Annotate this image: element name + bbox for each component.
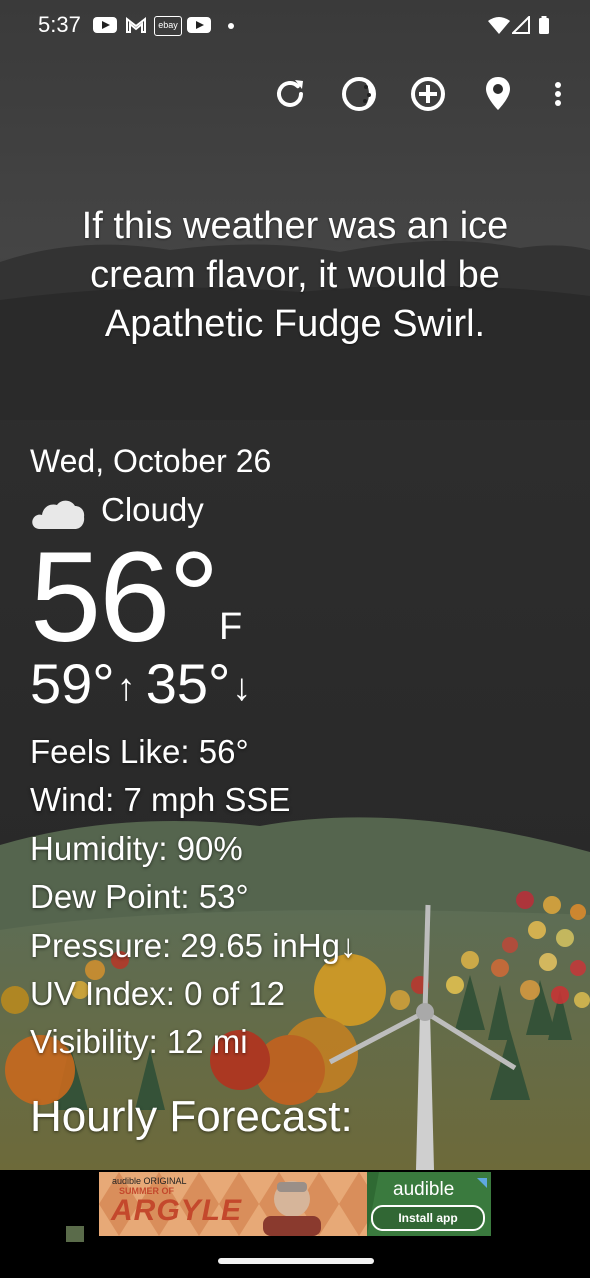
hourly-forecast-heading: Hourly Forecast:	[30, 1092, 353, 1141]
location-pin-button[interactable]	[476, 72, 520, 116]
feels-like: Feels Like: 56°	[30, 733, 249, 770]
quote-line: Apathetic Fudge Swirl.	[104, 303, 486, 345]
more-options-icon	[555, 82, 561, 106]
theme-icon	[342, 77, 376, 111]
ad-tagline: audible ORIGINAL	[112, 1176, 187, 1186]
pressure: Pressure: 29.65 inHg↓	[30, 926, 357, 964]
high-temperature: 59°	[30, 652, 115, 715]
ad-title-line2: ARGYLE	[111, 1194, 243, 1227]
ad-brand: audible	[393, 1179, 455, 1200]
high-low-temperature: 59°↑ 35°↓	[30, 652, 261, 720]
current-temperature: 56°	[30, 526, 220, 669]
battery-icon	[539, 16, 549, 34]
weather-details: Feels Like: 56° Wind: 7 mph SSE Humidity…	[30, 728, 357, 1067]
quote-line: cream flavor, it would be	[90, 254, 500, 296]
gmail-icon	[126, 16, 146, 33]
low-temperature: 35°	[145, 652, 231, 715]
weather-quote: If this weather was an ice cream flavor,…	[30, 202, 560, 349]
humidity: Humidity: 90%	[30, 829, 243, 867]
current-date: Wed, October 26	[30, 443, 272, 479]
wifi-icon	[488, 17, 510, 34]
toolbar	[0, 72, 590, 116]
theme-button[interactable]	[337, 72, 381, 116]
refresh-button[interactable]	[268, 72, 312, 116]
visibility: Visibility: 12 mi	[30, 1023, 248, 1061]
condition-text: Cloudy	[101, 491, 204, 528]
youtube-icon	[93, 17, 117, 33]
more-options-button[interactable]	[536, 72, 580, 116]
high-arrow-icon: ↑	[116, 667, 136, 710]
ad-choices-icon[interactable]	[66, 1226, 84, 1242]
add-location-icon	[411, 77, 445, 111]
ebay-icon: ebay	[154, 16, 182, 36]
dot-icon	[228, 23, 234, 29]
quote-line: If this weather was an ice	[81, 205, 509, 247]
status-time: 5:37	[38, 12, 81, 37]
wind: Wind: 7 mph SSE	[30, 781, 291, 819]
status-bar: 5:37 ebay	[0, 0, 590, 52]
add-location-button[interactable]	[406, 72, 450, 116]
low-arrow-icon: ↓	[232, 667, 252, 710]
uv-index: UV Index: 0 of 12	[30, 975, 285, 1013]
ad-banner[interactable]: audible ORIGINAL SUMMER OF ARGYLE audibl…	[99, 1172, 491, 1236]
dew-point: Dew Point: 53°	[30, 878, 249, 916]
location-pin-icon	[486, 77, 510, 110]
home-gesture-bar[interactable]	[218, 1258, 374, 1264]
temperature-unit: F	[219, 606, 243, 648]
youtube-icon	[187, 17, 211, 33]
cell-signal-icon	[512, 16, 530, 34]
ad-install-button[interactable]: Install app	[371, 1205, 485, 1231]
refresh-icon	[277, 80, 303, 107]
